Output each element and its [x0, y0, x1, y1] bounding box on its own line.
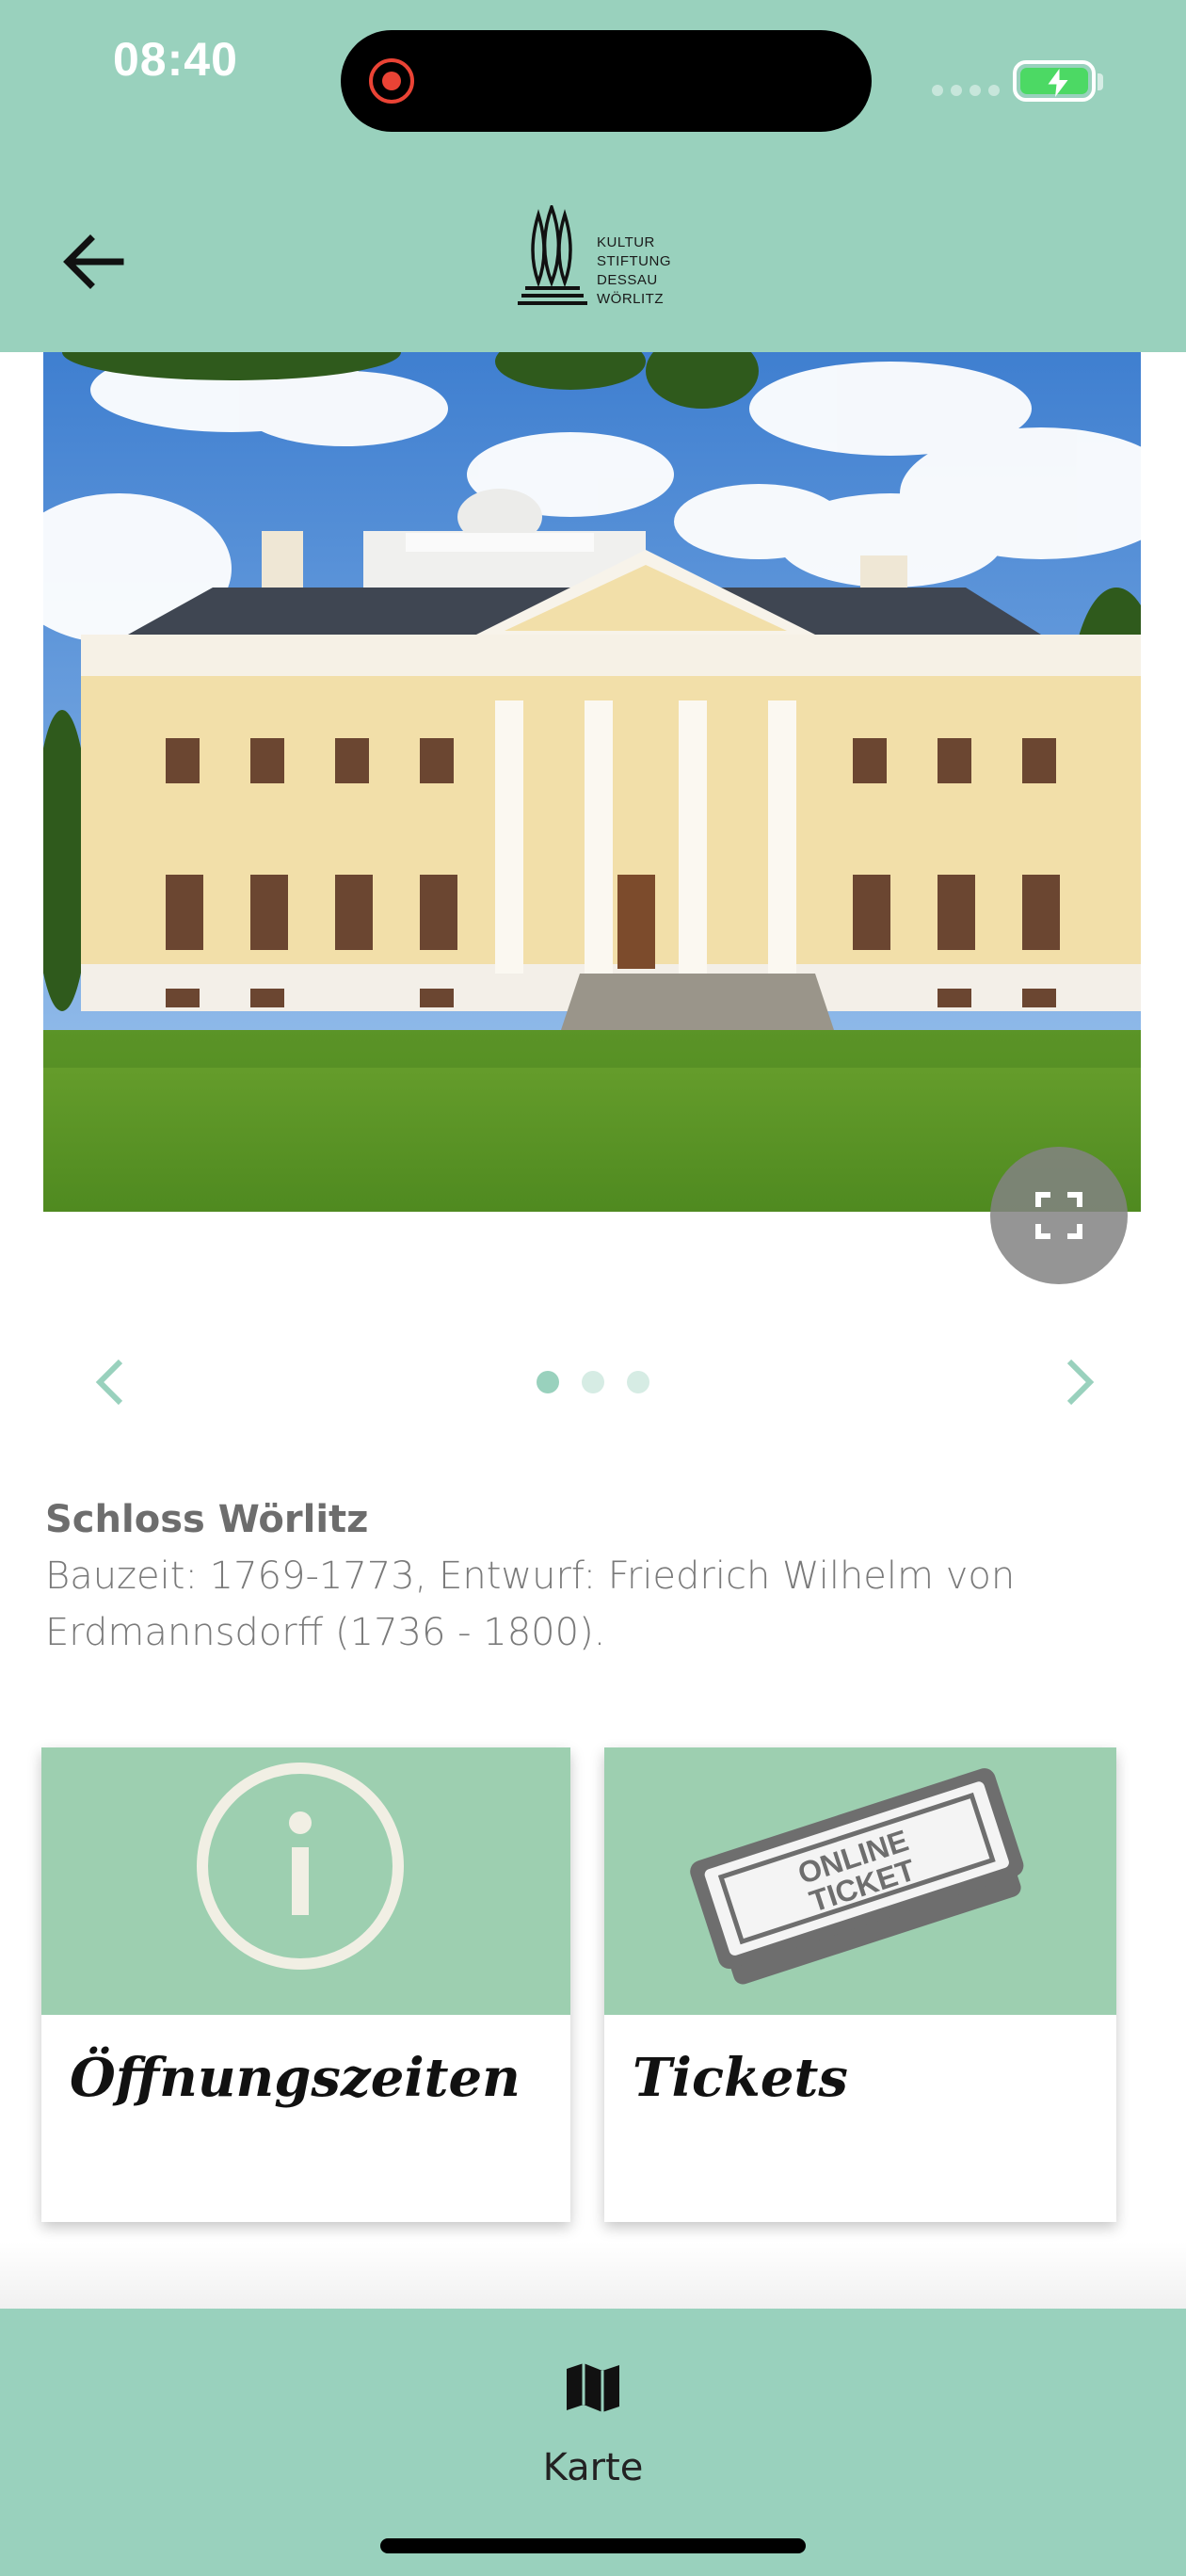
chevron-right-icon — [1066, 1359, 1095, 1406]
palace-photo — [43, 352, 1141, 1212]
map-nav-button[interactable]: Karte — [489, 2335, 697, 2504]
expand-icon — [1035, 1192, 1082, 1239]
next-slide-button[interactable] — [1056, 1356, 1103, 1409]
gallery-image[interactable] — [43, 352, 1141, 1212]
slide-indicator — [537, 1371, 649, 1393]
signal-icon — [932, 85, 1000, 96]
dynamic-island — [341, 30, 872, 132]
ticket-icon: ONLINE TICKET — [690, 1768, 1024, 1985]
status-time: 08:40 — [113, 33, 238, 86]
slide-dot-1[interactable] — [537, 1371, 559, 1393]
logo-line-3: DESSAU — [597, 272, 658, 288]
logo-line-1: KULTUR — [597, 234, 655, 250]
logo-text: KULTUR STIFTUNG DESSAU WÖRLITZ — [597, 233, 671, 309]
logo-line-2: STIFTUNG — [597, 253, 671, 269]
fullscreen-button[interactable] — [990, 1147, 1128, 1284]
tickets-card[interactable]: ONLINE TICKET Tickets — [604, 1747, 1116, 2222]
location-description: Bauzeit: 1769-1773, Entwurf: Friedrich W… — [45, 1554, 1016, 1654]
bottom-shadow — [0, 2241, 1186, 2310]
back-button[interactable] — [55, 222, 134, 301]
battery-cap — [1098, 73, 1103, 90]
description: Schloss Wörlitz Bauzeit: 1769-1773, Entw… — [45, 1491, 1146, 1661]
location-title: Schloss Wörlitz — [45, 1498, 369, 1541]
map-icon — [567, 2363, 619, 2412]
previous-slide-button[interactable] — [87, 1356, 134, 1409]
recording-indicator-icon — [369, 58, 414, 104]
app-header: 08:40 KULTUR STIFTUNG DESSAU WÖRLITZ — [0, 0, 1186, 352]
opening-hours-label: Öffnungszeiten — [70, 2047, 521, 2109]
tickets-card-image: ONLINE TICKET — [604, 1747, 1116, 2015]
tickets-label: Tickets — [633, 2047, 848, 2109]
map-nav-label: Karte — [542, 2446, 644, 2489]
opening-hours-card[interactable]: Öffnungszeiten — [41, 1747, 570, 2222]
battery-icon — [1013, 60, 1096, 102]
logo-line-4: WÖRLITZ — [597, 291, 664, 307]
slide-dot-3[interactable] — [627, 1371, 649, 1393]
info-icon — [197, 1763, 404, 1970]
arrow-left-icon — [63, 234, 124, 289]
home-indicator[interactable] — [380, 2538, 806, 2553]
opening-hours-card-image — [41, 1747, 570, 2015]
chevron-left-icon — [95, 1359, 123, 1406]
slide-dot-2[interactable] — [582, 1371, 604, 1393]
